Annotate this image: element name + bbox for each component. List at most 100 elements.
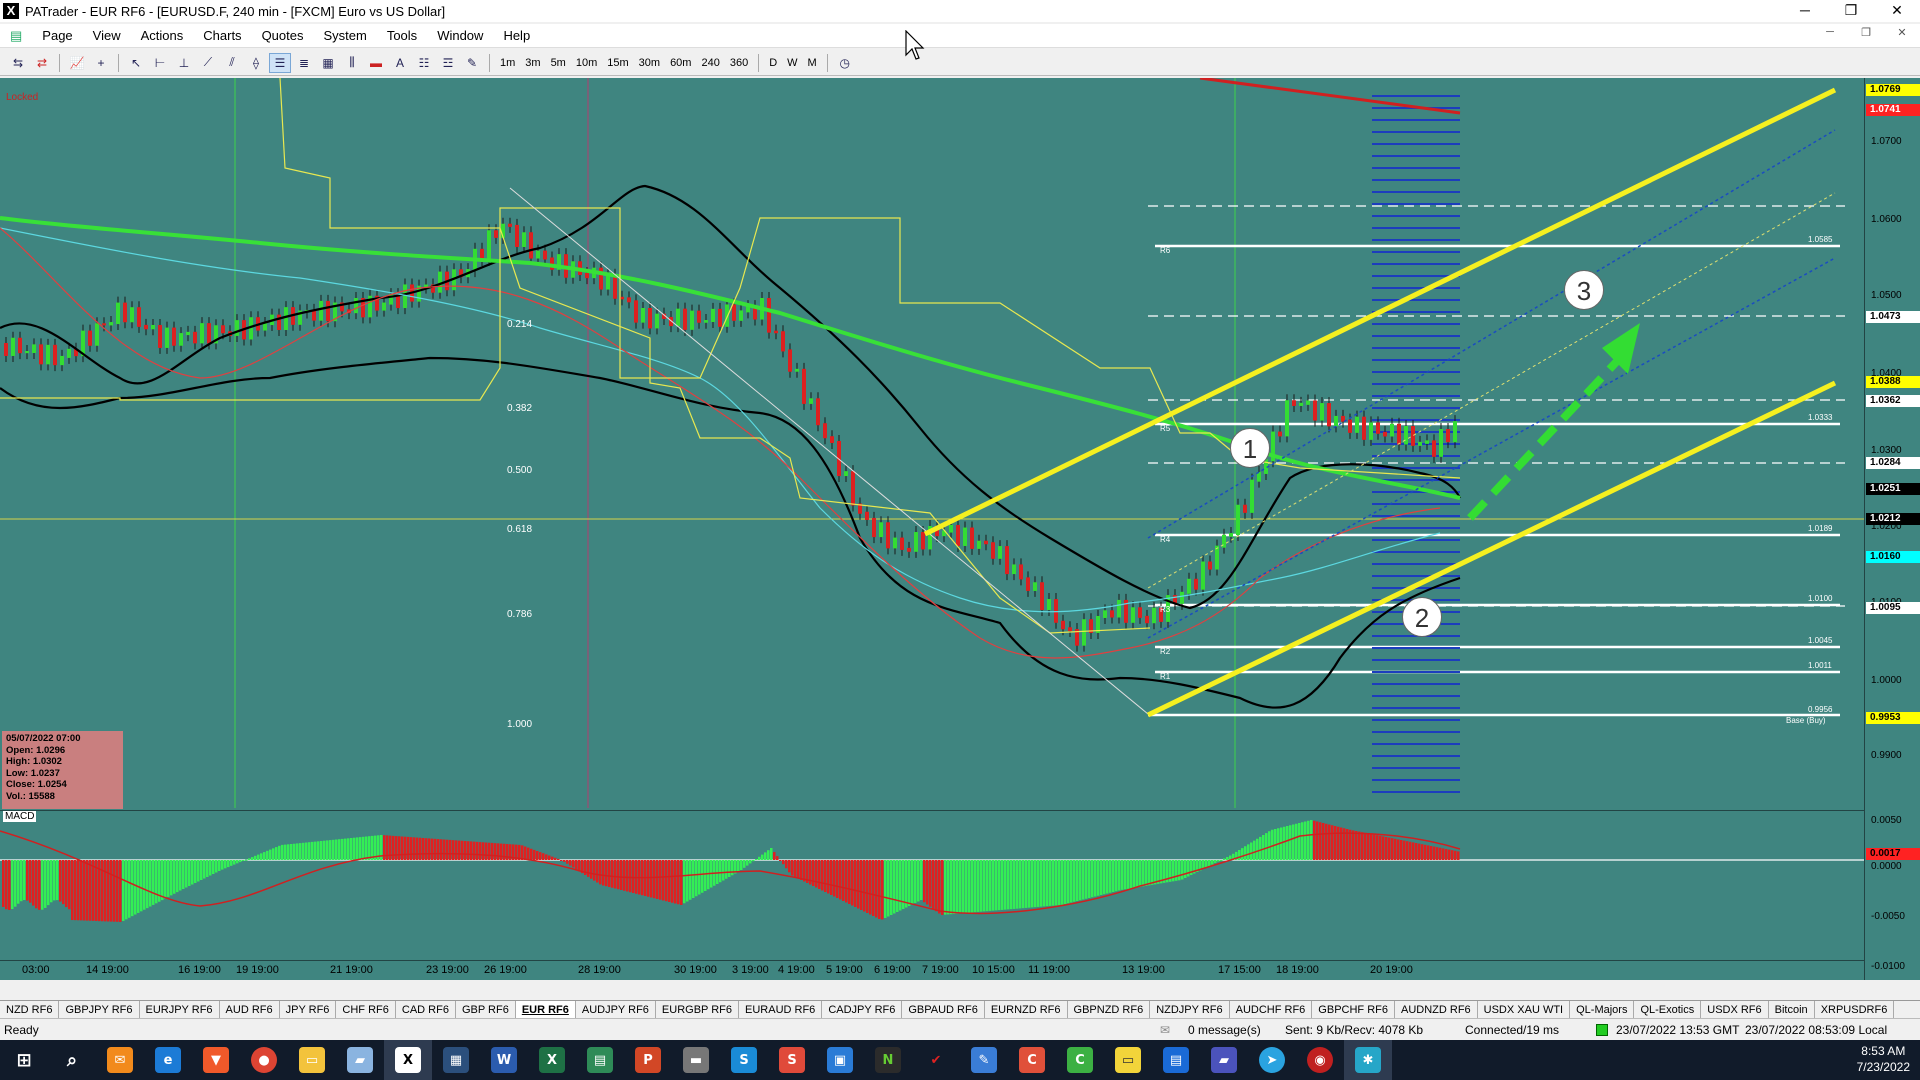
timeframe-daily[interactable]: D (764, 57, 782, 69)
camtasia-green-app-icon[interactable]: C (1056, 1040, 1104, 1080)
close-button[interactable]: ✕ (1874, 0, 1920, 22)
camtasia-app-icon[interactable]: C (1008, 1040, 1056, 1080)
menu-charts[interactable]: Charts (193, 28, 251, 43)
vertical-line-icon[interactable]: ⊥ (173, 53, 195, 73)
symbol-tab[interactable]: EURAUD RF6 (739, 1001, 823, 1018)
remote-desktop-icon[interactable]: ▣ (816, 1040, 864, 1080)
timeframe-5m[interactable]: 5m (546, 57, 571, 69)
minimize-button[interactable]: ─ (1782, 0, 1828, 22)
maximize-button[interactable]: ❐ (1828, 0, 1874, 22)
mdi-restore-button[interactable]: ❐ (1848, 26, 1884, 39)
symbol-tab[interactable]: AUDNZD RF6 (1395, 1001, 1478, 1018)
start-button[interactable]: ⊞ (0, 1040, 48, 1080)
crosshair-icon[interactable]: + (90, 53, 112, 73)
pointer-icon[interactable]: ↖ (125, 53, 147, 73)
mdi-close-button[interactable]: ✕ (1884, 26, 1920, 39)
horizontal-line-icon[interactable]: ⊢ (149, 53, 171, 73)
snagit-app-icon[interactable]: S (768, 1040, 816, 1080)
symbol-tab[interactable]: QL-Exotics (1634, 1001, 1702, 1018)
timeframe-weekly[interactable]: W (782, 57, 802, 69)
symbol-tab[interactable]: GBP RF6 (456, 1001, 516, 1018)
message-icon[interactable]: ✉ (1160, 1023, 1170, 1037)
timeframe-360[interactable]: 360 (725, 57, 753, 69)
cycle-lines-icon[interactable]: ⫼ (341, 53, 363, 73)
file-explorer-icon[interactable]: ▭ (288, 1040, 336, 1080)
store-app-icon[interactable]: ▤ (1152, 1040, 1200, 1080)
mdi-minimize-button[interactable]: ─ (1812, 26, 1848, 39)
symbol-tab[interactable]: USDX XAU WTI (1478, 1001, 1571, 1018)
connect-icon[interactable]: ⇆ (7, 53, 29, 73)
symbol-tab[interactable]: CHF RF6 (336, 1001, 396, 1018)
timeframe-15m[interactable]: 15m (602, 57, 633, 69)
symbol-tab[interactable]: GBPJPY RF6 (59, 1001, 140, 1018)
mail-app-icon[interactable]: ✉ (96, 1040, 144, 1080)
menu-system[interactable]: System (313, 28, 376, 43)
macd-panel[interactable]: MACD (0, 810, 1864, 960)
timeframe-3m[interactable]: 3m (520, 57, 545, 69)
channel-icon[interactable]: ⫽ (221, 53, 243, 73)
search-icon[interactable]: ⌕ (48, 1040, 96, 1080)
fib-retracement-icon[interactable]: ☰ (269, 52, 291, 73)
clock-icon[interactable]: ◷ (834, 53, 856, 73)
chart-panel[interactable]: 0.214 0.382 0.500 0.618 0.786 1.000 R6 R… (0, 78, 1920, 980)
symbol-tab[interactable]: GBPAUD RF6 (902, 1001, 985, 1018)
price-chart[interactable]: 0.214 0.382 0.500 0.618 0.786 1.000 R6 R… (0, 78, 1864, 808)
sticky-notes-icon[interactable]: ▭ (1104, 1040, 1152, 1080)
symbol-tab[interactable]: CAD RF6 (396, 1001, 456, 1018)
excel-app-icon[interactable]: X (528, 1040, 576, 1080)
symbol-tab[interactable]: USDX RF6 (1701, 1001, 1769, 1018)
pivot-icon[interactable]: ☷ (413, 53, 435, 73)
menu-actions[interactable]: Actions (131, 28, 194, 43)
symbol-tab[interactable]: GBPNZD RF6 (1068, 1001, 1151, 1018)
symbol-tab[interactable]: JPY RF6 (280, 1001, 337, 1018)
symbol-tab[interactable]: NZDJPY RF6 (1150, 1001, 1230, 1018)
timeframe-30m[interactable]: 30m (634, 57, 665, 69)
timeframe-1m[interactable]: 1m (495, 57, 520, 69)
timeframe-10m[interactable]: 10m (571, 57, 602, 69)
fib-extension-icon[interactable]: ≣ (293, 53, 315, 73)
symbol-tab[interactable]: AUDCHF RF6 (1230, 1001, 1313, 1018)
menu-page[interactable]: Page (32, 28, 82, 43)
symbol-tab[interactable]: EUR RF6 (515, 1001, 576, 1018)
chart-menu-icon[interactable]: ▤ (0, 28, 32, 44)
pinned-app-icon[interactable]: ✱ (1344, 1040, 1392, 1080)
symbol-tab[interactable]: EURGBP RF6 (656, 1001, 740, 1018)
sketch-app-icon[interactable]: ✔ (912, 1040, 960, 1080)
calculator-icon[interactable]: ▦ (432, 1040, 480, 1080)
telegram-app-icon[interactable]: ➤ (1248, 1040, 1296, 1080)
teams-app-icon[interactable]: ▰ (1200, 1040, 1248, 1080)
menu-view[interactable]: View (83, 28, 131, 43)
text-icon[interactable]: A (389, 53, 411, 73)
symbol-tab[interactable]: AUD RF6 (220, 1001, 280, 1018)
notes-app-icon[interactable]: ▰ (336, 1040, 384, 1080)
pen-icon[interactable]: ✎ (461, 53, 483, 73)
symbol-tab[interactable]: EURJPY RF6 (140, 1001, 220, 1018)
symbol-tab[interactable]: AUDJPY RF6 (576, 1001, 656, 1018)
taskbar-clock[interactable]: 8:53 AM 7/23/2022 (1857, 1043, 1910, 1075)
skype-app-icon[interactable]: S (720, 1040, 768, 1080)
edge-browser-icon[interactable]: e (144, 1040, 192, 1080)
rectangle-icon[interactable]: ▬ (365, 53, 387, 73)
chrome-browser-icon[interactable]: ● (240, 1040, 288, 1080)
paint-app-icon[interactable]: ✎ (960, 1040, 1008, 1080)
levels-icon[interactable]: ☲ (437, 53, 459, 73)
powerpoint-app-icon[interactable]: P (624, 1040, 672, 1080)
timeframe-60m[interactable]: 60m (665, 57, 696, 69)
recorder-app-icon[interactable]: ◉ (1296, 1040, 1344, 1080)
menu-tools[interactable]: Tools (377, 28, 427, 43)
timeframe-monthly[interactable]: M (803, 57, 822, 69)
spreadsheet-app-icon[interactable]: ▤ (576, 1040, 624, 1080)
menu-help[interactable]: Help (493, 28, 540, 43)
fib-fan-icon[interactable]: ⟠ (245, 53, 267, 73)
menu-quotes[interactable]: Quotes (252, 28, 314, 43)
ninja-trader-icon[interactable]: N (864, 1040, 912, 1080)
chart-type-icon[interactable]: 📈 (66, 53, 88, 73)
word-app-icon[interactable]: W (480, 1040, 528, 1080)
timeframe-240[interactable]: 240 (696, 57, 724, 69)
disconnect-icon[interactable]: ⇄ (31, 53, 53, 73)
symbol-tab[interactable]: GBPCHF RF6 (1312, 1001, 1395, 1018)
gann-icon[interactable]: ▦ (317, 53, 339, 73)
symbol-tab[interactable]: XRPUSDRF6 (1815, 1001, 1895, 1018)
symbol-tab[interactable]: CADJPY RF6 (822, 1001, 903, 1018)
menu-window[interactable]: Window (427, 28, 493, 43)
